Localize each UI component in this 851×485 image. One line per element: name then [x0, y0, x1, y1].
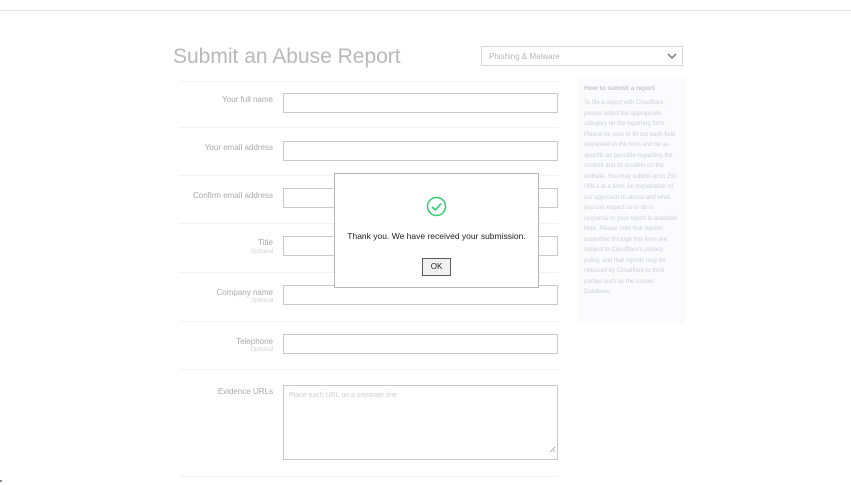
telephone-optional-note: Optional [250, 347, 273, 353]
company-label: Company name [216, 288, 273, 297]
confirm-email-label: Confirm email address [192, 191, 273, 200]
page-corner-mark [0, 480, 2, 482]
email-label: Your email address [204, 143, 273, 152]
company-optional-note: Optional [250, 298, 273, 304]
telephone-label: Telephone [236, 337, 273, 346]
help-title: How to submit a report [584, 85, 655, 92]
chevron-down-icon [666, 49, 678, 68]
evidence-urls-placeholder: Place each URL on a separate line [289, 392, 397, 399]
page-title: Submit an Abuse Report [173, 45, 401, 68]
email-input[interactable] [283, 141, 558, 161]
dialog-message: Thank you. We have received your submiss… [347, 231, 526, 241]
title-optional-note: Optional [250, 249, 273, 255]
category-select[interactable]: Phishing & Malware [481, 46, 683, 66]
check-circle-icon [426, 196, 447, 222]
row-divider [180, 476, 558, 477]
full-name-input[interactable] [283, 93, 558, 113]
row-divider [180, 127, 558, 128]
title-label: Title [258, 238, 273, 247]
row-divider [180, 321, 558, 322]
row-divider [180, 81, 558, 82]
ok-button[interactable]: OK [422, 258, 451, 276]
telephone-input[interactable] [283, 334, 558, 354]
evidence-urls-textarea[interactable]: Place each URL on a separate line [283, 385, 558, 460]
evidence-urls-label: Evidence URLs [217, 387, 273, 396]
help-body: To file a report with Cloudflare, please… [584, 100, 678, 295]
confirmation-dialog: Thank you. We have received your submiss… [334, 173, 539, 288]
help-panel: How to submit a report To file a report … [578, 78, 685, 324]
row-divider [180, 369, 558, 370]
full-name-label: Your full name [222, 95, 273, 104]
category-select-value: Phishing & Malware [489, 52, 560, 61]
company-input[interactable] [283, 285, 558, 305]
resize-grip-icon[interactable] [549, 440, 556, 458]
header-divider [0, 10, 851, 11]
